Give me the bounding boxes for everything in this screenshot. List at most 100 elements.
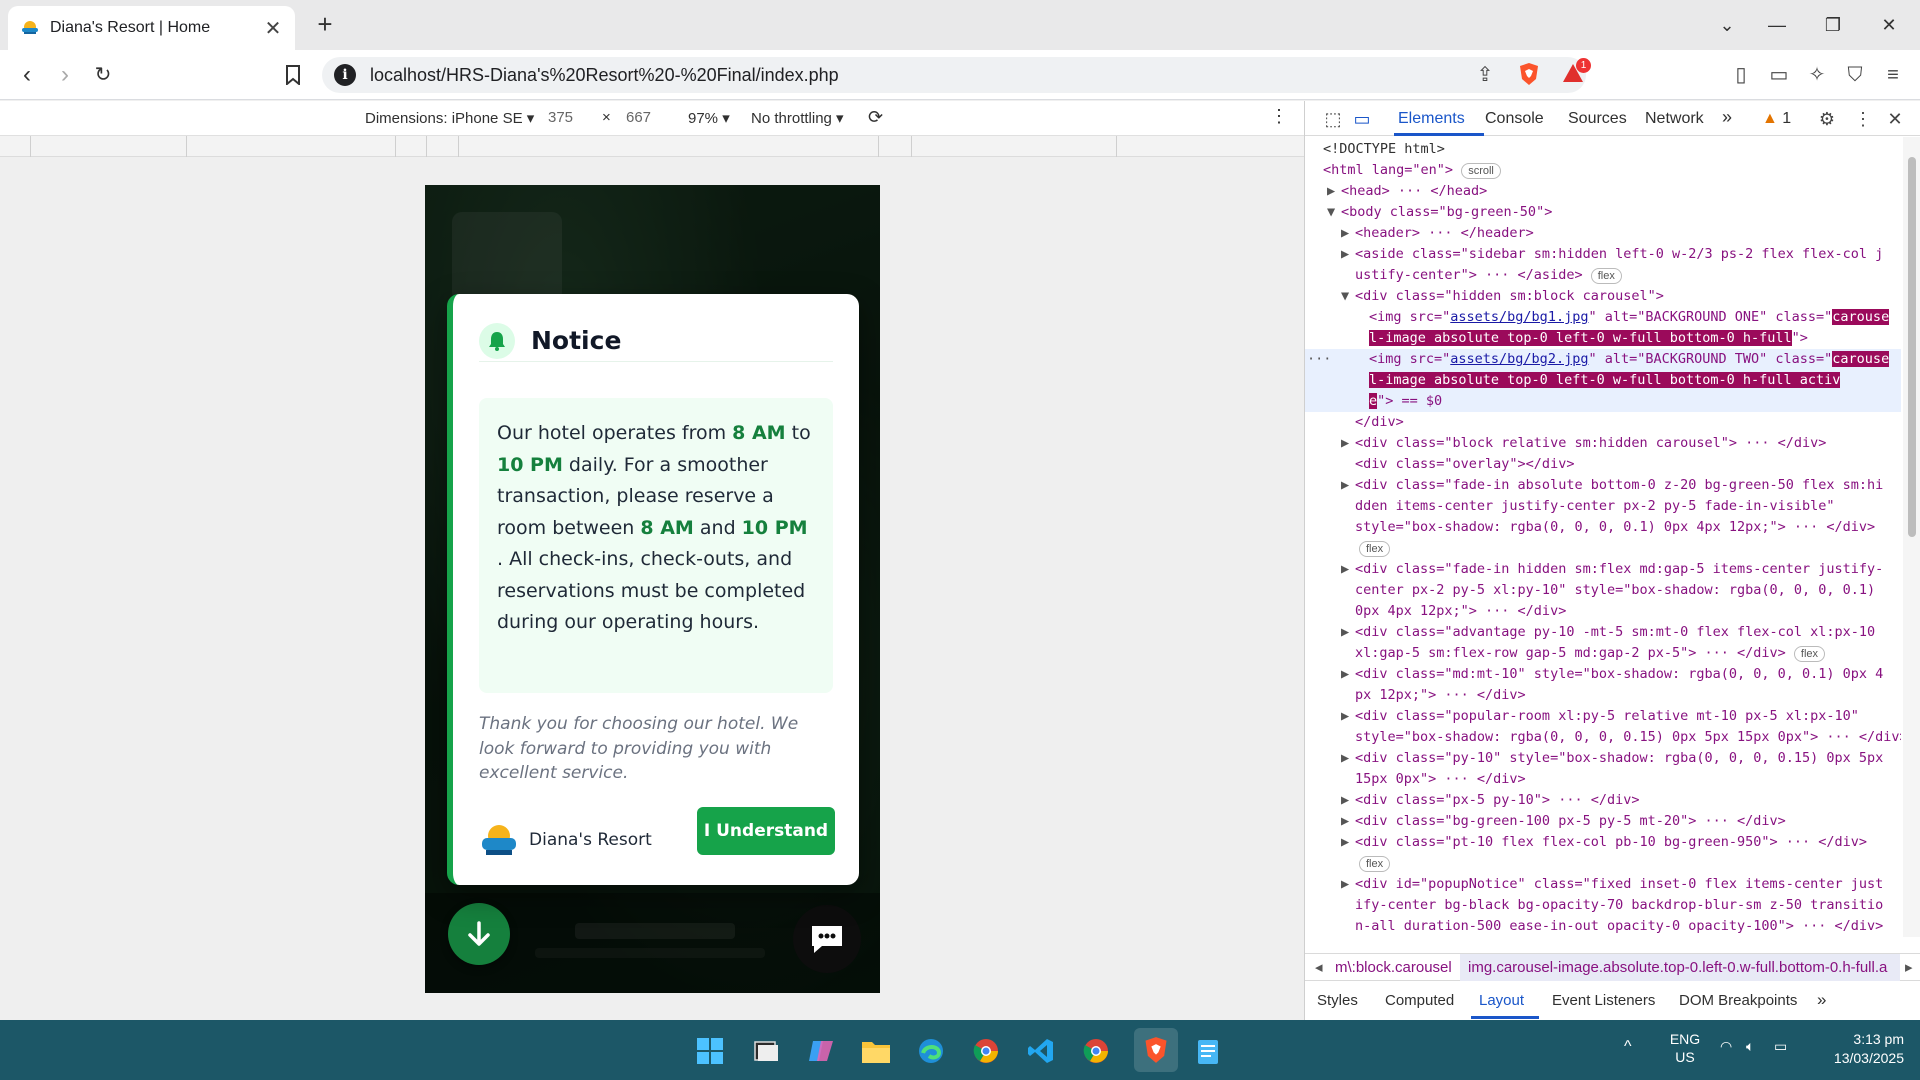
browser-tab[interactable]: Diana's Resort | Home ✕ [8,6,295,50]
chrome-icon[interactable] [969,1034,1003,1068]
restore-icon[interactable]: ❐ [1818,10,1848,40]
window-close-icon[interactable]: ✕ [1874,10,1904,40]
expand-triangle-icon[interactable]: ▶ [1341,790,1355,811]
expand-triangle-icon[interactable]: ▶ [1341,811,1355,832]
expand-triangle-icon[interactable]: ▶ [1341,874,1355,895]
zoom-select[interactable]: 97% ▾ [688,109,730,127]
dom-line-selected[interactable]: ··· <img src="assets/bg/bg2.jpg" alt="BAC… [1305,349,1901,370]
dom-line[interactable]: ify-center bg-black bg-opacity-70 backdr… [1355,895,1901,916]
tab-elements[interactable]: Elements [1398,110,1465,128]
dom-more-icon[interactable]: ··· [1307,349,1331,370]
expand-triangle-icon[interactable]: ▶ [1341,475,1355,496]
dom-line[interactable]: ▶ <div class="fade-in absolute bottom-0 z… [1341,475,1901,496]
forward-icon[interactable]: › [50,60,80,90]
dom-tree[interactable]: <!DOCTYPE html> <html lang="en"> scroll … [1305,137,1901,937]
dom-line[interactable]: <img src="assets/bg/bg1.jpg" alt="BACKGR… [1369,307,1901,328]
devtools-more-icon[interactable]: ⋮ [1851,107,1875,131]
tab-close-icon[interactable]: ✕ [263,16,283,41]
expand-triangle-icon[interactable]: ▶ [1341,223,1355,244]
vpn-icon[interactable]: ⛉ [1842,62,1868,88]
breadcrumb-item[interactable]: m\:block.carousel [1335,959,1452,976]
width-input[interactable]: 375 [548,109,573,126]
dom-line[interactable]: ▶ <header> ··· </header> [1341,223,1901,244]
expand-triangle-icon[interactable]: ▶ [1341,832,1355,853]
url-field[interactable]: i localhost/HRS-Diana's%20Resort%20-%20F… [322,57,1586,93]
device-more-icon[interactable]: ⋮ [1270,106,1288,127]
battery-icon[interactable]: ▭ [1774,1038,1787,1055]
dom-line[interactable]: ▶ <div id="popupNotice" class="fixed inse… [1341,874,1901,895]
more-side-tabs-icon[interactable]: » [1817,990,1826,1010]
tab-styles[interactable]: Styles [1317,992,1358,1009]
dom-line[interactable]: style="box-shadow: rgba(0, 0, 0, 0.1) 0p… [1355,517,1901,538]
flex-badge[interactable]: flex [1590,268,1622,284]
dom-line[interactable]: ▶ <div class="pt-10 flex flex-col pb-10 b… [1341,832,1901,853]
throttling-select[interactable]: No throttling ▾ [751,109,844,127]
share-icon[interactable]: ⇪ [1472,62,1498,88]
expand-triangle-icon[interactable]: ▶ [1341,559,1355,580]
dom-line[interactable]: ▶ <div class="advantage py-10 -mt-5 sm:mt… [1341,622,1901,643]
tab-console[interactable]: Console [1485,110,1544,128]
clock[interactable]: 3:13 pm 13/03/2025 [1818,1030,1904,1068]
tab-dom-breakpoints[interactable]: DOM Breakpoints [1679,992,1797,1009]
tab-computed[interactable]: Computed [1385,992,1454,1009]
dom-line[interactable]: ▶ <aside class="sidebar sm:hidden left-0 … [1341,244,1901,265]
src-link[interactable]: assets/bg/bg1.jpg [1450,309,1588,325]
copilot-icon[interactable] [804,1034,838,1068]
inspect-element-icon[interactable]: ⬚ [1321,107,1345,131]
wallet-icon[interactable]: ▭ [1766,62,1792,88]
vscode-icon[interactable] [1024,1034,1058,1068]
dom-line[interactable]: flex [1359,538,1901,559]
dom-line[interactable]: xl:gap-5 sm:flex-row gap-5 md:gap-2 px-5… [1355,643,1901,664]
chat-button[interactable] [793,905,861,973]
breadcrumb-right-icon[interactable]: ▸ [1905,958,1913,976]
brave-shields-icon[interactable] [1516,62,1542,88]
expand-triangle-icon[interactable]: ▶ [1341,622,1355,643]
device-toggle-icon[interactable]: ▭ [1350,107,1374,131]
dom-line[interactable]: ▶ <div class="md:mt-10" style="box-shadow… [1341,664,1901,685]
dom-line[interactable]: </div> [1355,412,1901,433]
bookmark-icon[interactable] [278,60,308,90]
dom-line[interactable]: ▶ <div class="fade-in hidden sm:flex md:g… [1341,559,1901,580]
devtools-close-icon[interactable]: ✕ [1883,107,1907,131]
tab-network[interactable]: Network [1645,110,1704,128]
flex-badge[interactable]: flex [1793,646,1826,662]
wifi-icon[interactable]: ◠ [1720,1038,1732,1055]
breadcrumb-left-icon[interactable]: ◂ [1315,958,1323,976]
chrome-profile-icon[interactable] [1079,1034,1113,1068]
dom-line[interactable]: ustify-center"> ··· </aside> flex [1355,265,1901,286]
dom-line[interactable]: center px-2 py-5 xl:py-10" style="box-sh… [1355,580,1901,601]
dom-line-selected[interactable]: l-image absolute top-0 left-0 w-full bot… [1305,370,1901,391]
back-icon[interactable]: ‹ [12,60,42,90]
dom-line[interactable]: style="box-shadow: rgba(0, 0, 0, 0.15) 0… [1355,727,1901,748]
task-view-icon[interactable] [749,1034,783,1068]
dom-line[interactable]: ▶ <div class="bg-green-100 px-5 py-5 mt-2… [1341,811,1901,832]
dom-line[interactable]: ▶ <div class="px-5 py-10"> ··· </div> [1341,790,1901,811]
dom-line[interactable]: ▶ <div class="popular-room xl:py-5 relati… [1341,706,1901,727]
sidebar-toggle-icon[interactable]: ▯ [1728,62,1754,88]
notepad-icon[interactable] [1191,1034,1225,1068]
dom-line[interactable]: ▼ <body class="bg-green-50"> [1327,202,1901,223]
file-explorer-icon[interactable] [859,1034,893,1068]
brave-taskbar-icon[interactable] [1134,1028,1178,1072]
scroll-down-button[interactable] [448,903,510,965]
issues-indicator[interactable]: ▲ 1 [1762,110,1791,128]
expand-triangle-icon[interactable]: ▶ [1341,664,1355,685]
scroll-badge[interactable]: scroll [1461,163,1501,179]
tab-sources[interactable]: Sources [1568,110,1627,128]
dom-line[interactable]: px 12px;"> ··· </div> [1355,685,1901,706]
height-input[interactable]: 667 [626,109,651,126]
new-tab-button[interactable]: + [310,10,340,40]
collapse-triangle-icon[interactable]: ▼ [1327,202,1341,223]
rotate-icon[interactable]: ⟳ [868,107,883,128]
dom-line[interactable]: flex [1359,853,1901,874]
flex-badge[interactable]: flex [1359,541,1391,557]
dom-line[interactable]: n-all duration-500 ease-in-out opacity-0… [1355,916,1901,937]
i-understand-button[interactable]: I Understand [697,807,835,855]
dom-line[interactable]: ▶ <div class="py-10" style="box-shadow: r… [1341,748,1901,769]
site-info-icon[interactable]: i [334,64,356,86]
reload-icon[interactable]: ↻ [88,60,118,90]
windows-start-icon[interactable] [693,1034,727,1068]
flex-badge[interactable]: flex [1359,856,1391,872]
menu-icon[interactable]: ≡ [1880,62,1906,88]
scrollbar-thumb[interactable] [1908,157,1916,537]
